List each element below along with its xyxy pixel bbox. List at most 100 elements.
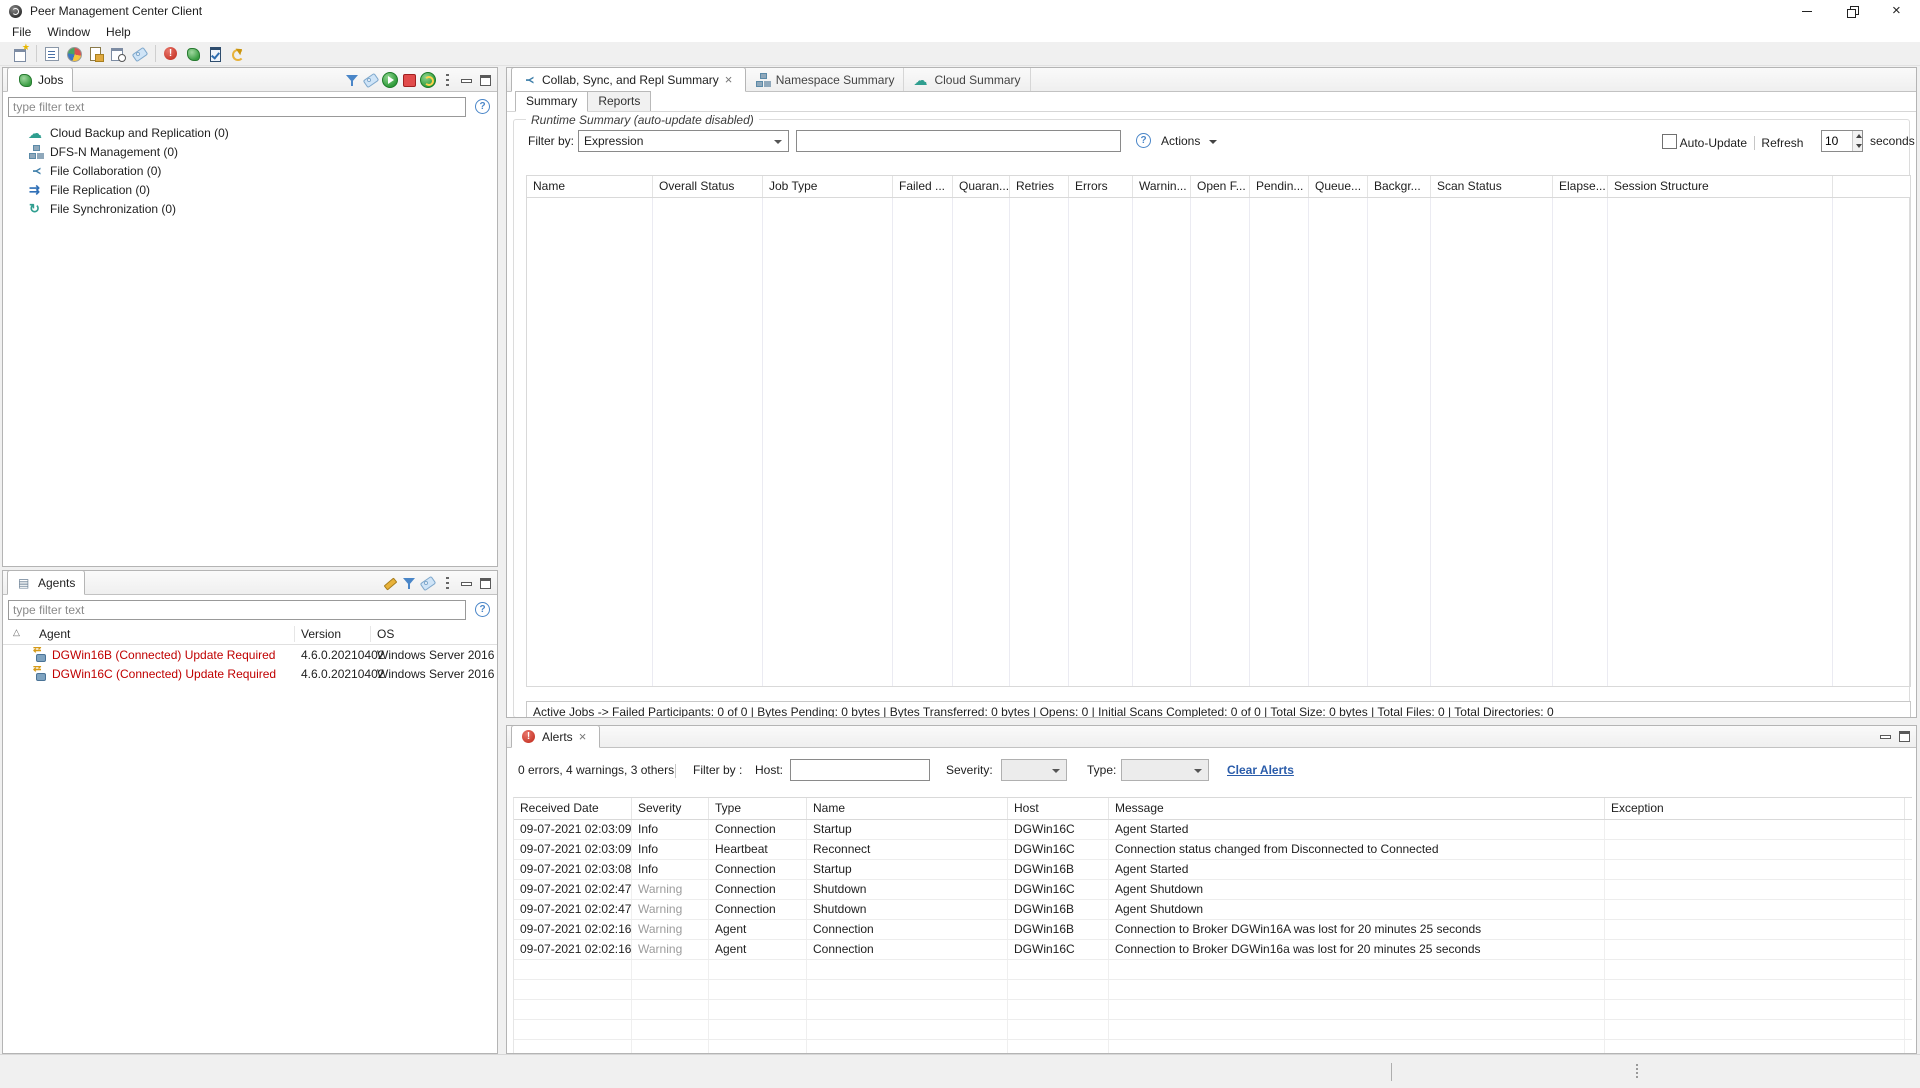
- maximize-icon[interactable]: [1896, 728, 1912, 744]
- jobs-icon[interactable]: [185, 46, 201, 62]
- agents-column-header[interactable]: OS: [371, 626, 497, 642]
- summary-column-header[interactable]: Session Structure: [1608, 176, 1833, 197]
- minimize-window-button[interactable]: [1785, 0, 1830, 22]
- help-icon[interactable]: [475, 602, 490, 617]
- menu-item[interactable]: Help: [98, 22, 139, 42]
- edit-icon[interactable]: [382, 575, 398, 591]
- jobs-tree-item[interactable]: File Collaboration (0): [3, 161, 497, 180]
- filter-mode-select[interactable]: Expression: [578, 130, 789, 152]
- tab-jobs[interactable]: Jobs: [7, 67, 73, 92]
- summary-column-header[interactable]: Pendin...: [1250, 176, 1309, 197]
- alerts-column-header[interactable]: Received Date: [514, 798, 632, 819]
- maximize-icon[interactable]: [477, 72, 493, 88]
- refresh-icon[interactable]: [229, 46, 245, 62]
- tab-alerts[interactable]: Alerts: [511, 725, 600, 748]
- alerts-column-header[interactable]: Name: [807, 798, 1008, 819]
- close-tab-icon[interactable]: [578, 730, 590, 744]
- filter-expression-input[interactable]: [796, 130, 1121, 152]
- tab-agents[interactable]: Agents: [7, 570, 85, 595]
- alerts-column-header[interactable]: Type: [709, 798, 807, 819]
- summary-column-header[interactable]: Job Type: [763, 176, 893, 197]
- filter-icon[interactable]: [344, 72, 360, 88]
- jobs-tree-item[interactable]: Cloud Backup and Replication (0): [3, 123, 497, 142]
- start-job-icon[interactable]: [382, 72, 398, 88]
- alert-row[interactable]: 09-07-2021 02:02:16 Warning Agent Connec…: [514, 940, 1912, 960]
- subtab-summary[interactable]: Summary: [515, 91, 588, 112]
- summary-column-header[interactable]: Failed ...: [893, 176, 953, 197]
- spinner-down-icon[interactable]: [1853, 141, 1862, 151]
- close-tab-icon[interactable]: [724, 73, 736, 87]
- error-icon[interactable]: [163, 46, 179, 62]
- alert-row[interactable]: 09-07-2021 02:03:09 Info Connection Star…: [514, 820, 1912, 840]
- auto-update-checkbox[interactable]: [1662, 134, 1677, 149]
- clear-alerts-link[interactable]: Clear Alerts: [1227, 763, 1294, 777]
- summary-table-body[interactable]: [527, 198, 1910, 686]
- checklist-icon[interactable]: [207, 46, 223, 62]
- summary-column-header[interactable]: Scan Status: [1431, 176, 1553, 197]
- jobs-tree-item[interactable]: File Replication (0): [3, 180, 497, 199]
- filter-icon[interactable]: [401, 575, 417, 591]
- minimize-icon[interactable]: [1877, 728, 1893, 744]
- maximize-icon[interactable]: [477, 575, 493, 591]
- close-window-button[interactable]: [1875, 0, 1920, 22]
- agent-row[interactable]: DGWin16B (Connected) Update Required 4.6…: [3, 645, 497, 664]
- spinner-up-icon[interactable]: [1853, 131, 1862, 141]
- tag-icon[interactable]: [363, 72, 379, 88]
- minimize-icon[interactable]: [458, 72, 474, 88]
- alert-row[interactable]: 09-07-2021 02:03:08 Info Connection Star…: [514, 860, 1912, 880]
- view-menu-icon[interactable]: [439, 575, 455, 591]
- severity-filter-select[interactable]: [1001, 759, 1067, 781]
- refresh-seconds-input[interactable]: [1822, 131, 1852, 151]
- summary-column-header[interactable]: Quaran...: [953, 176, 1010, 197]
- alert-row[interactable]: 09-07-2021 02:02:47 Warning Connection S…: [514, 900, 1912, 920]
- summary-column-header[interactable]: Errors: [1069, 176, 1133, 197]
- summary-column-header[interactable]: Name: [527, 176, 653, 197]
- actions-menu-button[interactable]: Actions: [1161, 134, 1218, 148]
- tag-icon[interactable]: [420, 575, 436, 591]
- restore-window-button[interactable]: [1830, 0, 1875, 22]
- view-menu-icon[interactable]: [439, 72, 455, 88]
- minimize-icon[interactable]: [458, 575, 474, 591]
- alerts-column-header[interactable]: Host: [1008, 798, 1109, 819]
- tab-namespace-summary[interactable]: Namespace Summary: [746, 68, 905, 91]
- agents-filter-input[interactable]: [8, 600, 466, 620]
- tab-cloud-summary[interactable]: Cloud Summary: [904, 68, 1030, 91]
- stop-job-icon[interactable]: [401, 72, 417, 88]
- tab-collab-sync-repl-summary[interactable]: Collab, Sync, and Repl Summary: [511, 67, 746, 92]
- summary-column-header[interactable]: Overall Status: [653, 176, 763, 197]
- jobs-filter-input[interactable]: [8, 97, 466, 117]
- alert-row[interactable]: 09-07-2021 02:03:09 Info Heartbeat Recon…: [514, 840, 1912, 860]
- schedule-icon[interactable]: [110, 46, 126, 62]
- form-icon[interactable]: [44, 46, 60, 62]
- agent-row[interactable]: DGWin16C (Connected) Update Required 4.6…: [3, 664, 497, 683]
- summary-column-header[interactable]: Elapse...: [1553, 176, 1608, 197]
- agents-column-header[interactable]: Agent: [33, 626, 295, 642]
- agents-column-header[interactable]: Version: [295, 626, 371, 642]
- new-job-icon[interactable]: [13, 46, 29, 62]
- alerts-column-header[interactable]: Exception: [1605, 798, 1905, 819]
- statusbar-drag-handle[interactable]: [1636, 1064, 1638, 1080]
- jobs-tree-item[interactable]: File Synchronization (0): [3, 199, 497, 218]
- alerts-column-header[interactable]: Message: [1109, 798, 1605, 819]
- alert-row[interactable]: 09-07-2021 02:02:47 Warning Connection S…: [514, 880, 1912, 900]
- host-filter-input[interactable]: [790, 759, 930, 781]
- jobs-tree-item[interactable]: DFS-N Management (0): [3, 142, 497, 161]
- pie-chart-icon[interactable]: [66, 46, 82, 62]
- help-icon[interactable]: [1136, 133, 1151, 148]
- subtab-reports[interactable]: Reports: [588, 91, 651, 111]
- menu-item[interactable]: Window: [39, 22, 98, 42]
- alerts-column-header[interactable]: Severity: [632, 798, 709, 819]
- type-filter-select[interactable]: [1121, 759, 1209, 781]
- summary-column-header[interactable]: Retries: [1010, 176, 1069, 197]
- help-icon[interactable]: [475, 99, 490, 114]
- tag-icon[interactable]: [132, 46, 148, 62]
- alert-row[interactable]: 09-07-2021 02:02:16 Warning Agent Connec…: [514, 920, 1912, 940]
- sort-ascending-icon[interactable]: [11, 626, 27, 642]
- report-icon[interactable]: [88, 46, 104, 62]
- restart-job-icon[interactable]: [420, 72, 436, 88]
- summary-column-header[interactable]: Warnin...: [1133, 176, 1191, 197]
- menu-item[interactable]: File: [4, 22, 39, 42]
- summary-column-header[interactable]: Queue...: [1309, 176, 1368, 197]
- summary-column-header[interactable]: Open F...: [1191, 176, 1250, 197]
- summary-column-header[interactable]: Backgr...: [1368, 176, 1431, 197]
